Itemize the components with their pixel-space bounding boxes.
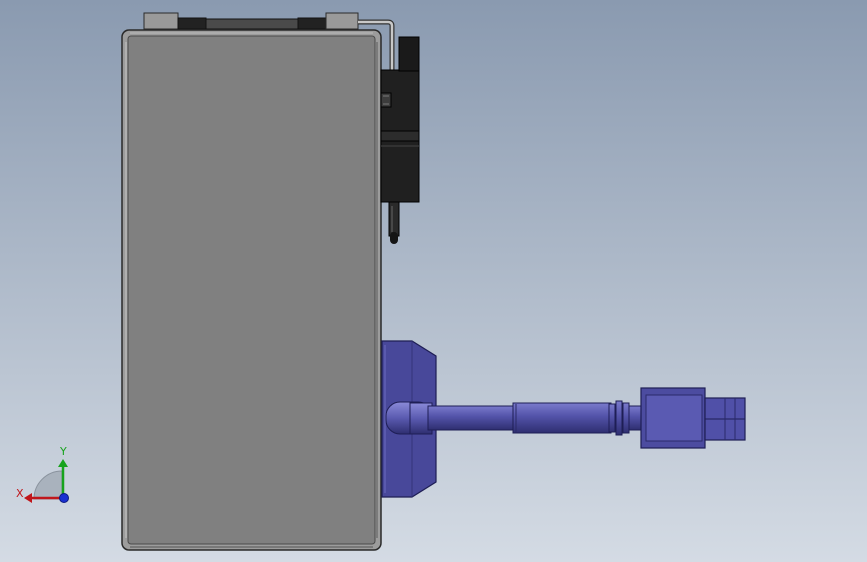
motor-housing[interactable] xyxy=(121,29,382,551)
model-view[interactable]: Y X xyxy=(0,0,867,562)
triad-x-label: X xyxy=(16,487,24,500)
triad-z-axis xyxy=(59,493,69,503)
triad-y-label: Y xyxy=(59,445,67,458)
graphics-viewport[interactable]: Y X xyxy=(0,0,867,562)
power-cable[interactable] xyxy=(385,400,644,436)
